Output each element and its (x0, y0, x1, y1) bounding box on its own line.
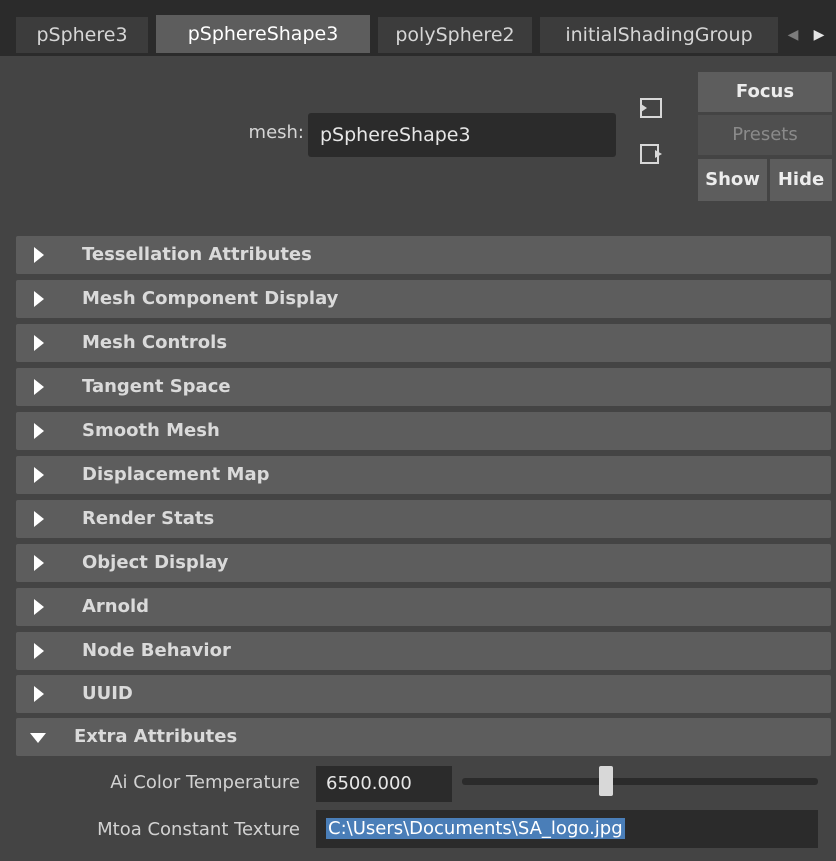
section-smooth-mesh[interactable]: Smooth Mesh (16, 412, 831, 450)
section-arnold[interactable]: Arnold (16, 588, 831, 626)
tab-initialshadinggroup[interactable]: initialShadingGroup (540, 17, 778, 53)
section-label: Extra Attributes (74, 726, 238, 747)
scroll-left-icon[interactable]: ◀ (782, 17, 804, 53)
node-tab-bar: pSphere3 pSphereShape3 polySphere2 initi… (0, 0, 836, 56)
section-label: Node Behavior (82, 640, 231, 661)
section-label: Displacement Map (82, 464, 270, 485)
section-label: Mesh Controls (82, 332, 228, 353)
constant-texture-label: Mtoa Constant Texture (97, 819, 300, 840)
section-label: Object Display (82, 552, 229, 573)
section-label: Mesh Component Display (82, 288, 339, 309)
presets-button[interactable]: Presets (698, 115, 832, 155)
slider-handle[interactable] (598, 766, 613, 796)
attribute-editor: pSphere3 pSphereShape3 polySphere2 initi… (0, 0, 836, 861)
expand-arrow-icon (34, 555, 44, 571)
section-uuid[interactable]: UUID (16, 675, 831, 713)
tab-polysphere2[interactable]: polySphere2 (378, 17, 532, 53)
collapse-arrow-icon (30, 733, 46, 743)
copy-tab-icon[interactable] (638, 95, 664, 121)
section-label: Smooth Mesh (82, 420, 220, 441)
hide-button[interactable]: Hide (770, 159, 832, 201)
expand-arrow-icon (34, 599, 44, 615)
section-node-behavior[interactable]: Node Behavior (16, 632, 831, 670)
expand-arrow-icon (34, 643, 44, 659)
color-temperature-field[interactable]: 6500.000 (316, 766, 452, 802)
section-render-stats[interactable]: Render Stats (16, 500, 831, 538)
section-label: Arnold (82, 596, 150, 617)
expand-arrow-icon (34, 423, 44, 439)
expand-arrow-icon (34, 335, 44, 351)
expand-arrow-icon (34, 686, 44, 702)
mesh-name-field[interactable]: pSphereShape3 (308, 113, 616, 157)
expand-arrow-icon (34, 467, 44, 483)
section-label: Render Stats (82, 508, 215, 529)
mesh-label: mesh: (248, 122, 304, 143)
tab-psphereshape3[interactable]: pSphereShape3 (156, 15, 370, 53)
go-to-output-icon[interactable] (638, 141, 664, 167)
section-extra-attributes[interactable]: Extra Attributes (16, 718, 831, 756)
expand-arrow-icon (34, 379, 44, 395)
color-temperature-label: Ai Color Temperature (110, 772, 300, 793)
scroll-right-icon[interactable]: ▶ (808, 17, 830, 53)
color-temperature-slider[interactable] (462, 778, 818, 785)
section-object-display[interactable]: Object Display (16, 544, 831, 582)
expand-arrow-icon (34, 247, 44, 263)
tab-psphere3[interactable]: pSphere3 (16, 17, 148, 53)
section-tessellation-attributes[interactable]: Tessellation Attributes (16, 236, 831, 274)
section-mesh-controls[interactable]: Mesh Controls (16, 324, 831, 362)
expand-arrow-icon (34, 511, 44, 527)
focus-button[interactable]: Focus (698, 72, 832, 112)
show-button[interactable]: Show (698, 159, 767, 201)
selected-texture-path: C:\Users\Documents\SA_logo.jpg (326, 818, 625, 839)
section-mesh-component-display[interactable]: Mesh Component Display (16, 280, 831, 318)
section-displacement-map[interactable]: Displacement Map (16, 456, 831, 494)
constant-texture-field[interactable]: C:\Users\Documents\SA_logo.jpg (316, 810, 818, 848)
section-label: UUID (82, 683, 133, 704)
section-tangent-space[interactable]: Tangent Space (16, 368, 831, 406)
section-label: Tessellation Attributes (82, 244, 312, 265)
section-label: Tangent Space (82, 376, 231, 397)
expand-arrow-icon (34, 291, 44, 307)
